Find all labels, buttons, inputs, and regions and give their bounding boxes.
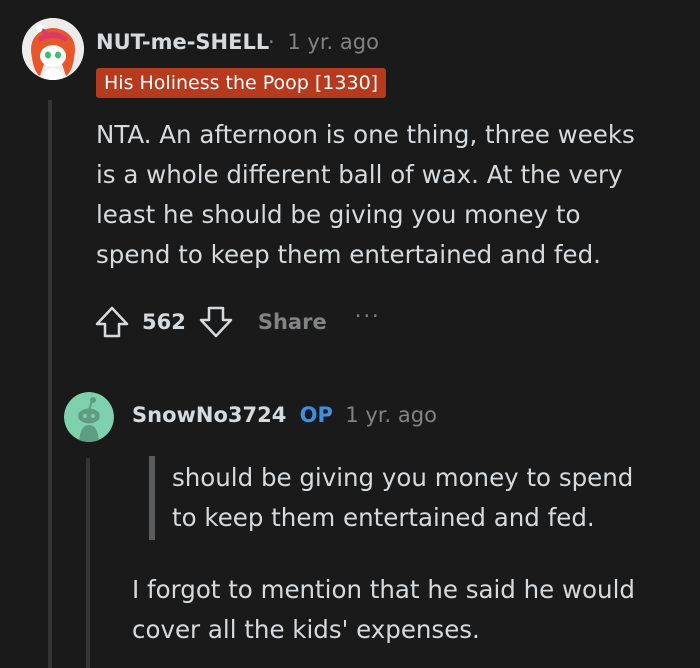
- reply-meta: · 1 yr. ago: [326, 403, 437, 427]
- snoo-avatar-default-icon: [64, 392, 114, 442]
- upvote-button[interactable]: [92, 302, 132, 342]
- thread-line-reply[interactable]: [86, 458, 90, 668]
- thread-line-comment[interactable]: [48, 100, 52, 668]
- comment-timestamp[interactable]: 1 yr. ago: [287, 30, 379, 54]
- reply-body-line: cover all the kids' expenses.: [132, 615, 480, 644]
- reply-username-text[interactable]: SnowNo3724: [132, 403, 286, 427]
- comment-username[interactable]: NUT-me-SHELL: [96, 30, 269, 54]
- more-options-button[interactable]: ···: [355, 304, 381, 328]
- comment-body-line: is a whole different ball of wax. At the…: [96, 160, 623, 189]
- downvote-button[interactable]: [196, 302, 236, 342]
- downvote-arrow-icon: [199, 306, 233, 338]
- reply-quote-line: should be giving you money to spend: [172, 463, 634, 492]
- snoo-avatar-redhead-icon: [22, 18, 84, 80]
- user-flair: His Holiness the Poop [1330]: [96, 68, 387, 98]
- comment-meta: · 1 yr. ago: [268, 30, 379, 54]
- comment-body-line: least he should be giving you money to: [96, 200, 581, 229]
- reply-body-line: I forgot to mention that he said he woul…: [132, 575, 635, 604]
- reply-quote: should be giving you money to spend to k…: [172, 458, 633, 538]
- vote-count: 562: [142, 310, 186, 334]
- reply-body: I forgot to mention that he said he woul…: [132, 570, 635, 650]
- share-button[interactable]: Share: [258, 310, 327, 334]
- comment-body-line: spend to keep them entertained and fed.: [96, 240, 601, 269]
- reply-quote-line: to keep them entertained and fed.: [172, 503, 595, 532]
- comment-actions: 562 Share ···: [92, 302, 381, 342]
- upvote-arrow-icon: [95, 306, 129, 338]
- comment-body: NTA. An afternoon is one thing, three we…: [96, 115, 635, 275]
- meta-separator: ·: [326, 403, 333, 427]
- reply-username[interactable]: SnowNo3724 OP: [132, 403, 333, 427]
- reply-avatar[interactable]: [64, 392, 114, 442]
- comment-body-line: NTA. An afternoon is one thing, three we…: [96, 120, 635, 149]
- avatar[interactable]: [22, 18, 84, 80]
- quote-bar: [149, 456, 155, 540]
- meta-separator: ·: [268, 30, 275, 54]
- reply-timestamp[interactable]: 1 yr. ago: [345, 403, 437, 427]
